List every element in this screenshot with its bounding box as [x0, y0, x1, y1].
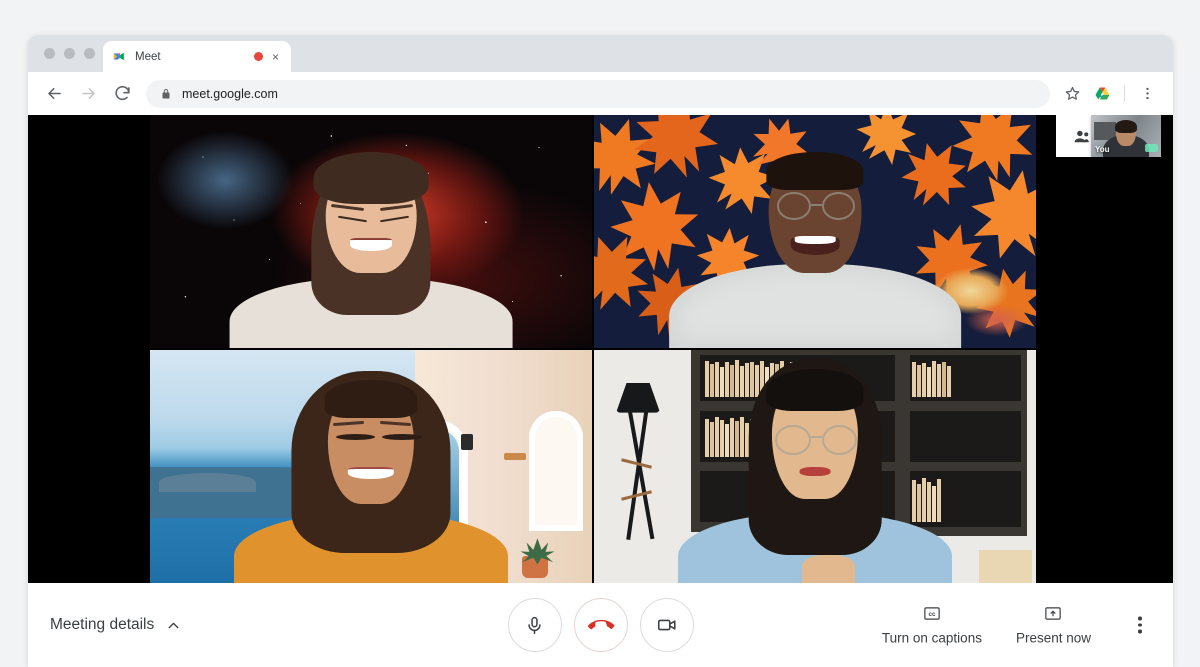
camera-icon	[656, 614, 678, 636]
tab-strip: Meet ×	[28, 35, 1173, 72]
browser-toolbar: meet.google.com	[28, 72, 1173, 115]
three-dot-menu-icon[interactable]	[1133, 80, 1161, 108]
self-view-thumbnail[interactable]: You	[1091, 115, 1161, 157]
participant-video-1	[150, 115, 592, 348]
participant-video-4	[594, 350, 1036, 583]
close-icon[interactable]: ×	[272, 51, 282, 63]
toolbar-divider	[1124, 85, 1125, 102]
participant-tile-3[interactable]	[150, 350, 592, 583]
browser-tab-meet[interactable]: Meet ×	[103, 41, 291, 72]
minimize-window-button[interactable]	[64, 48, 75, 59]
forward-button[interactable]	[74, 80, 102, 108]
star-icon[interactable]	[1058, 80, 1086, 108]
hang-up-icon	[587, 613, 615, 637]
close-window-button[interactable]	[44, 48, 55, 59]
participant-video-2	[594, 115, 1036, 348]
toolbar-right-icons	[1058, 80, 1161, 108]
meeting-details-label: Meeting details	[50, 616, 155, 633]
participant-grid	[150, 115, 1036, 583]
microphone-button[interactable]	[507, 598, 562, 652]
maximize-window-button[interactable]	[84, 48, 95, 59]
lock-icon	[160, 88, 172, 100]
chevron-up-icon	[165, 617, 182, 634]
browser-window: Meet × meet.google.com You Meeting detai…	[28, 35, 1173, 667]
video-stage: 5 You	[28, 115, 1173, 583]
address-bar[interactable]: meet.google.com	[146, 79, 1050, 108]
camera-button[interactable]	[639, 598, 694, 652]
recording-dot-icon	[254, 52, 263, 61]
svg-text:cc: cc	[928, 611, 936, 618]
participant-video-3	[150, 350, 592, 583]
back-button[interactable]	[40, 80, 68, 108]
participant-tile-2[interactable]	[594, 115, 1036, 348]
more-options-icon[interactable]	[1125, 610, 1155, 640]
participant-tile-4[interactable]	[594, 350, 1036, 583]
google-drive-icon[interactable]	[1088, 80, 1116, 108]
call-controls	[507, 598, 694, 652]
window-traffic-lights	[44, 48, 95, 59]
present-now-label: Present now	[1015, 630, 1091, 646]
microphone-icon	[524, 615, 545, 636]
self-view-label: You	[1095, 145, 1110, 154]
captions-button[interactable]: cc Turn on captions	[882, 605, 982, 646]
present-now-button[interactable]: Present now	[1016, 605, 1091, 646]
hang-up-button[interactable]	[573, 598, 628, 652]
self-view-hair	[1115, 120, 1137, 133]
meet-right-controls: cc Turn on captions Present now	[882, 605, 1155, 646]
url-text: meet.google.com	[182, 86, 278, 101]
captions-label: Turn on captions	[881, 630, 982, 646]
meeting-details-button[interactable]: Meeting details	[50, 616, 182, 634]
meet-control-bar: Meeting details cc Turn on captions Pres…	[28, 583, 1173, 667]
participant-tile-1[interactable]	[150, 115, 592, 348]
reload-button[interactable]	[108, 80, 136, 108]
present-screen-icon	[1042, 605, 1064, 623]
self-view-accent	[1145, 144, 1158, 152]
google-meet-icon	[112, 49, 127, 64]
tab-title: Meet	[135, 50, 161, 63]
closed-caption-icon: cc	[921, 605, 943, 623]
